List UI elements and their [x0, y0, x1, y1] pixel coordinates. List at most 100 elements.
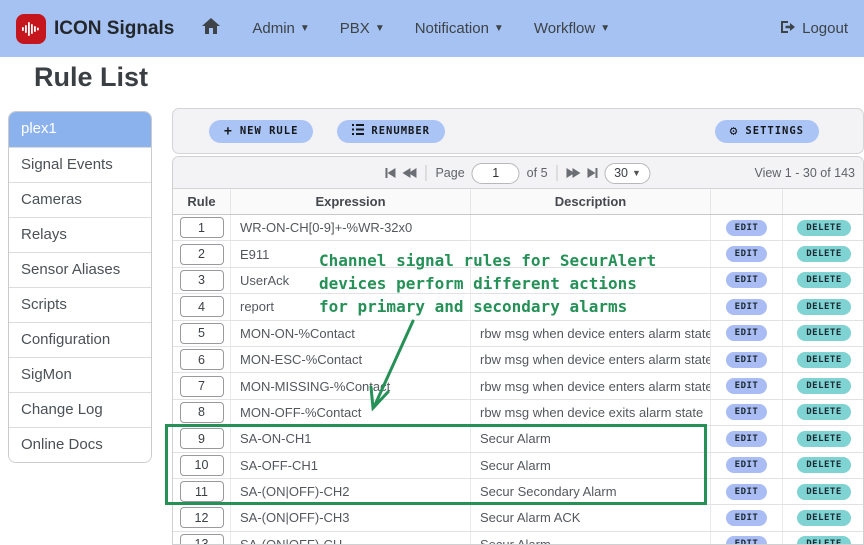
next-page-button[interactable] [566, 165, 581, 181]
pager-controls: Page of 5 30 ▼ [385, 157, 651, 189]
edit-button[interactable]: EDIT [725, 219, 768, 236]
new-rule-label: NEW RULE [239, 125, 299, 137]
sidebar-item-configuration[interactable]: Configuration [9, 322, 151, 357]
nav-menu-notification[interactable]: Notification ▼ [415, 20, 504, 37]
renumber-button[interactable]: RENUMBER [337, 119, 445, 143]
edit-button[interactable]: EDIT [725, 246, 768, 263]
renumber-label: RENUMBER [371, 125, 430, 137]
sidebar-item-signal-events[interactable]: Signal Events [9, 147, 151, 182]
rule-cell: 13 [173, 531, 231, 544]
home-button[interactable] [202, 18, 221, 39]
new-rule-button[interactable]: + NEW RULE [209, 119, 314, 143]
edit-button[interactable]: EDIT [725, 272, 768, 289]
sidebar-item-cameras[interactable]: Cameras [9, 182, 151, 217]
delete-button[interactable]: DELETE [797, 483, 851, 500]
rule-cell: 10 [173, 452, 231, 478]
sidebar-item-sigmon[interactable]: SigMon [9, 357, 151, 392]
rule-cell: 8 [173, 399, 231, 426]
nav-menu-label: Notification [414, 20, 489, 37]
page-number-input[interactable] [471, 162, 520, 184]
expression-cell: SA-OFF-CH1 [231, 452, 471, 478]
table-row: 7 MON-MISSING-%Contact rbw msg when device… [173, 373, 863, 400]
logout-button[interactable]: Logout [780, 20, 848, 38]
rule-number-button[interactable]: 2 [179, 243, 224, 265]
last-page-button[interactable] [587, 165, 598, 181]
first-page-button[interactable] [385, 165, 396, 181]
delete-button[interactable]: DELETE [797, 430, 851, 447]
nav-menu-admin[interactable]: Admin ▼ [252, 20, 309, 37]
description-cell: Secur Secondary Alarm [471, 478, 711, 505]
rule-cell: 9 [173, 426, 231, 452]
expression-cell: WR-ON-CH[0-9]+-%WR-32x0 [231, 215, 471, 241]
rule-cell: 1 [173, 215, 231, 241]
sidebar-item-scripts[interactable]: Scripts [9, 287, 151, 322]
sidebar-item-sensor-aliases[interactable]: Sensor Aliases [9, 252, 151, 287]
delete-cell: DELETE [783, 373, 863, 398]
delete-button[interactable]: DELETE [797, 272, 851, 289]
expression-cell: UserAck [231, 267, 471, 294]
delete-button[interactable]: DELETE [797, 536, 851, 544]
delete-button[interactable]: DELETE [797, 325, 851, 342]
rule-number-button[interactable]: 11 [179, 481, 224, 503]
expression-cell: MON-ESC-%Contact [231, 346, 471, 373]
rule-number-button[interactable]: 3 [179, 269, 224, 291]
pager-divider [425, 165, 427, 181]
rule-number-button[interactable]: 7 [179, 375, 224, 397]
pager-divider [556, 165, 558, 181]
nav-menu-pbx[interactable]: PBX ▼ [340, 20, 385, 37]
rule-cell: 3 [173, 267, 231, 294]
prev-page-button[interactable] [402, 165, 417, 181]
delete-button[interactable]: DELETE [797, 509, 851, 526]
rule-number-button[interactable]: 9 [179, 428, 224, 450]
sidebar-item-relays[interactable]: Relays [9, 217, 151, 252]
description-cell: Secur Alarm [471, 426, 711, 452]
sidebar-item-change-log[interactable]: Change Log [9, 392, 151, 427]
page-count-label: of 5 [526, 166, 548, 180]
edit-button[interactable]: EDIT [725, 378, 768, 395]
edit-button[interactable]: EDIT [725, 325, 768, 342]
chevron-down-icon: ▼ [299, 23, 310, 34]
table-row: 9 SA-ON-CH1 Secur Alarm EDIT DELETE [173, 426, 863, 453]
sidebar-item-online-docs[interactable]: Online Docs [9, 427, 151, 462]
delete-button[interactable]: DELETE [797, 351, 851, 368]
edit-cell: EDIT [711, 505, 783, 531]
edit-button[interactable]: EDIT [725, 430, 768, 447]
description-cell [471, 267, 711, 294]
nav-menu-workflow[interactable]: Workflow ▼ [534, 20, 610, 37]
delete-cell: DELETE [783, 215, 863, 240]
expression-cell: report [231, 294, 471, 320]
edit-button[interactable]: EDIT [725, 536, 768, 544]
gear-icon: ⚙ [729, 123, 739, 139]
delete-button[interactable]: DELETE [797, 219, 851, 236]
rule-number-button[interactable]: 12 [179, 507, 224, 529]
column-header-description: Description [471, 189, 711, 214]
rule-number-button[interactable]: 10 [179, 454, 224, 476]
edit-button[interactable]: EDIT [725, 351, 768, 368]
delete-button[interactable]: DELETE [797, 378, 851, 395]
edit-button[interactable]: EDIT [725, 457, 768, 474]
edit-button[interactable]: EDIT [725, 509, 768, 526]
description-cell: rbw msg when device exits alarm state [471, 399, 711, 426]
rule-number-button[interactable]: 1 [179, 217, 224, 239]
edit-button[interactable]: EDIT [725, 404, 768, 421]
delete-button[interactable]: DELETE [797, 404, 851, 421]
page-size-select[interactable]: 30 ▼ [604, 162, 651, 184]
rule-number-button[interactable]: 6 [179, 349, 224, 371]
rule-number-button[interactable]: 13 [179, 533, 224, 544]
delete-cell: DELETE [783, 321, 863, 346]
delete-button[interactable]: DELETE [797, 298, 851, 315]
delete-button[interactable]: DELETE [797, 246, 851, 263]
edit-cell: EDIT [711, 346, 783, 373]
rule-number-button[interactable]: 4 [179, 296, 224, 318]
rule-number-button[interactable]: 8 [179, 401, 224, 423]
delete-button[interactable]: DELETE [797, 457, 851, 474]
edit-button[interactable]: EDIT [725, 298, 768, 315]
sidebar-item-plex1[interactable]: plex1 [9, 112, 151, 147]
delete-cell: DELETE [783, 294, 863, 319]
rule-number-button[interactable]: 5 [179, 322, 224, 344]
settings-button[interactable]: ⚙ SETTINGS [714, 119, 819, 143]
table-row: 5 MON-ON-%Contact rbw msg when device ente… [173, 320, 863, 347]
brand-link[interactable]: ICON Signals [16, 13, 174, 44]
edit-button[interactable]: EDIT [725, 483, 768, 500]
delete-cell: DELETE [783, 479, 863, 504]
